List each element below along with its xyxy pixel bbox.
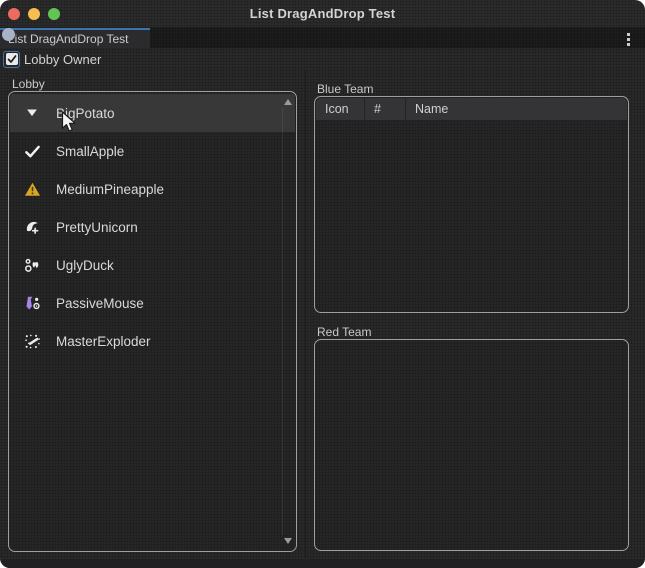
blue-team-header-row: Icon#Name (316, 98, 627, 121)
lobby-label: Lobby (12, 77, 45, 91)
blue-team-listbox: Icon#Name (314, 96, 629, 313)
list-item[interactable]: MediumPineapple (10, 170, 295, 208)
check-icon (23, 142, 41, 160)
list-item-label: PassiveMouse (56, 296, 144, 311)
unicorn-icon (23, 218, 41, 236)
tab-list-draganddrop-test[interactable]: List DragAndDrop Test (0, 28, 150, 48)
duck-claw-icon (23, 256, 41, 274)
pane-divider[interactable] (305, 70, 306, 558)
list-item-label: PrettyUnicorn (56, 220, 138, 235)
minimize-button[interactable] (28, 8, 40, 20)
list-item[interactable]: PrettyUnicorn (10, 208, 295, 246)
list-item-label: SmallApple (56, 144, 124, 159)
list-item[interactable]: BigPotato (10, 94, 295, 132)
column-header-name[interactable]: Name (406, 98, 627, 120)
column-header-icon[interactable]: Icon (316, 98, 365, 120)
lobby-owner-row: Lobby Owner (0, 48, 645, 70)
red-team-listbox (314, 339, 629, 551)
window-bottom-edge (0, 559, 645, 568)
titlebar: List DragAndDrop Test (0, 0, 645, 28)
purple-tie-icon (23, 294, 41, 312)
list-item[interactable]: PassiveMouse (10, 284, 295, 322)
lobby-owner-label: Lobby Owner (24, 52, 101, 67)
list-item[interactable]: UglyDuck (10, 246, 295, 284)
sparkle-wand-icon (23, 332, 41, 350)
column-header-[interactable]: # (365, 98, 406, 120)
tab-drag-dot-icon (2, 28, 15, 41)
list-item[interactable]: SmallApple (10, 132, 295, 170)
red-team-label: Red Team (317, 325, 371, 339)
traffic-lights (8, 8, 60, 20)
close-button[interactable] (8, 8, 20, 20)
list-item-label: MediumPineapple (56, 182, 164, 197)
dropdown-triangle-icon (23, 104, 41, 122)
lobby-owner-checkbox[interactable] (3, 51, 20, 68)
list-item-label: BigPotato (56, 106, 115, 121)
warning-icon (23, 180, 41, 198)
tabbar: List DragAndDrop Test (0, 28, 645, 48)
lobby-scrollbar[interactable] (282, 94, 294, 549)
blue-team-label: Blue Team (317, 82, 373, 96)
tab-label: List DragAndDrop Test (8, 32, 129, 46)
kebab-menu-icon[interactable] (621, 31, 635, 47)
window-title: List DragAndDrop Test (250, 6, 396, 21)
list-item[interactable]: MasterExploder (10, 322, 295, 360)
lobby-listbox: BigPotato SmallApple MediumPineapple Pre… (8, 91, 297, 552)
lobby-list: BigPotato SmallApple MediumPineapple Pre… (10, 93, 295, 550)
list-item-label: MasterExploder (56, 334, 151, 349)
list-item-label: UglyDuck (56, 258, 114, 273)
scroll-up-icon[interactable] (284, 99, 292, 105)
checkmark-icon (6, 53, 18, 65)
zoom-button[interactable] (48, 8, 60, 20)
app-window: List DragAndDrop Test List DragAndDrop T… (0, 0, 645, 568)
scroll-down-icon[interactable] (284, 538, 292, 544)
